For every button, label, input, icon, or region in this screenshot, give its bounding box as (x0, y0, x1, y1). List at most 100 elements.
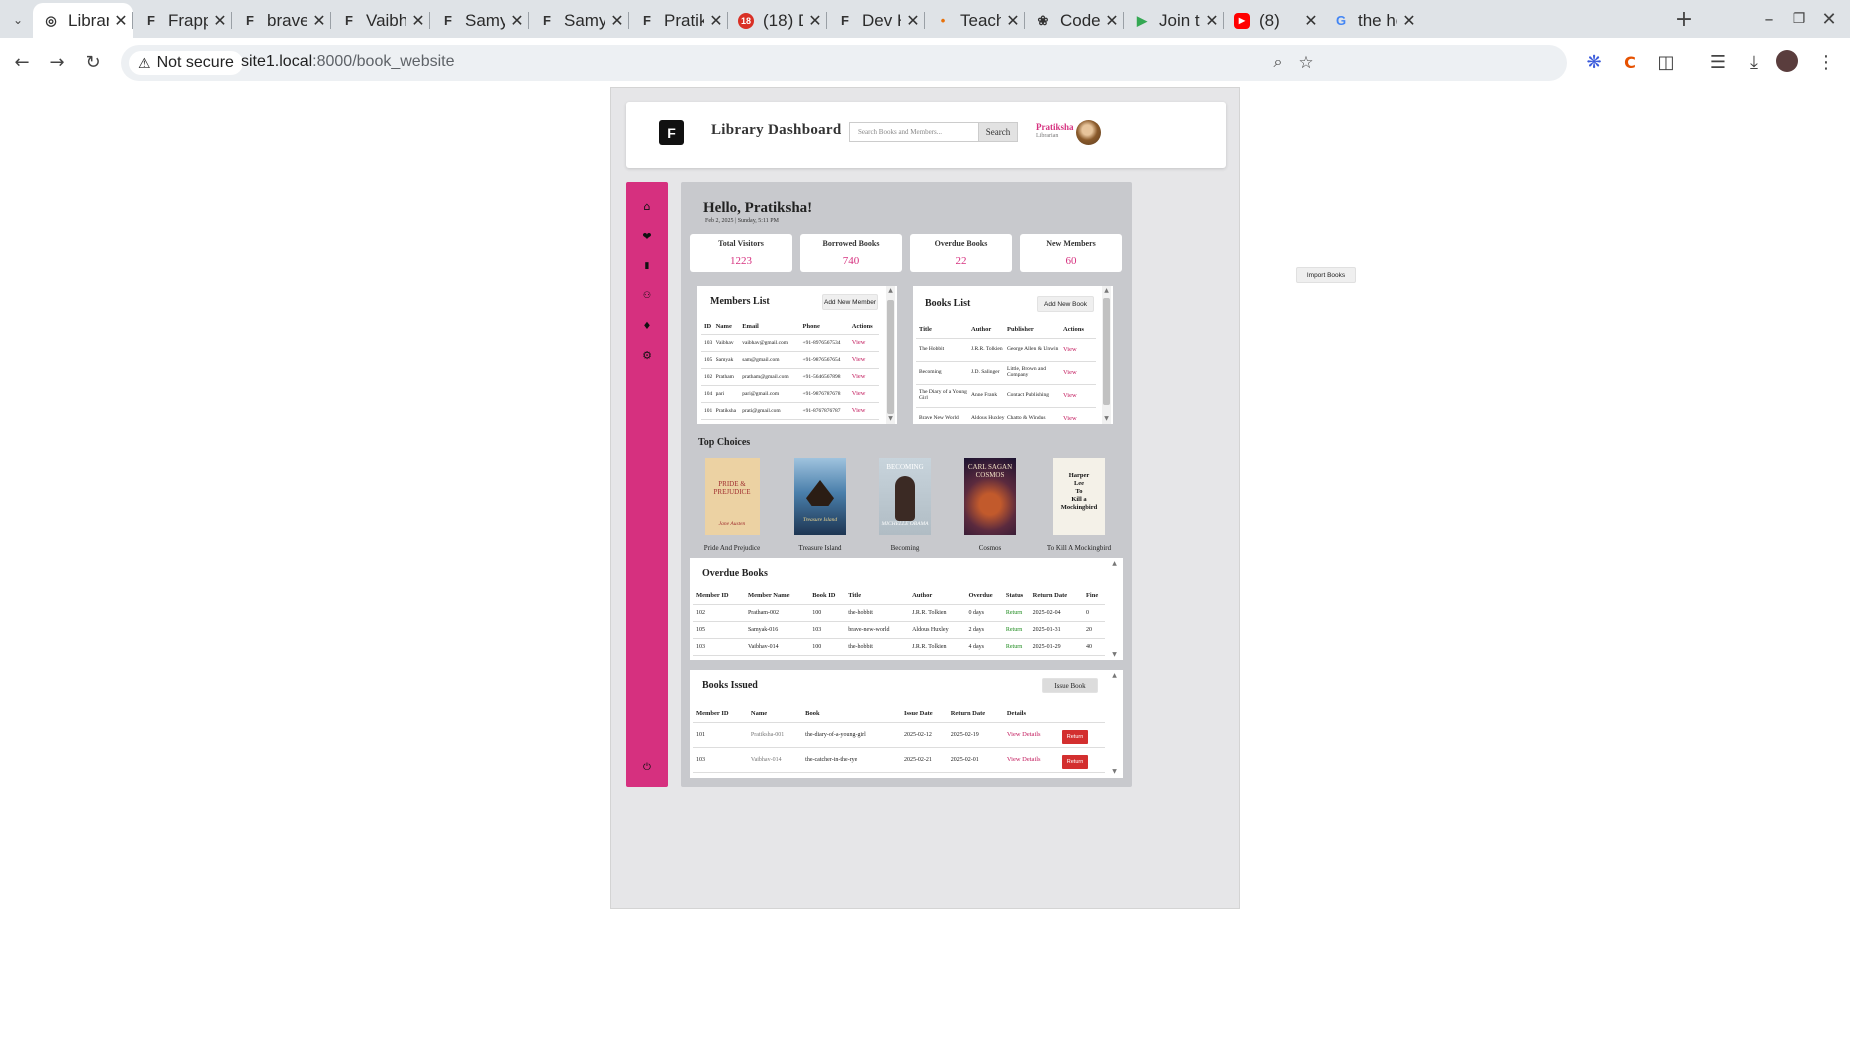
home-icon[interactable]: ⌂ (626, 197, 668, 215)
media-controls-icon[interactable]: ☰ (1704, 48, 1732, 76)
return-button[interactable]: Return (1061, 755, 1089, 769)
tab-close-icon[interactable]: ✕ (406, 11, 430, 31)
new-tab-icon[interactable]: + (1672, 6, 1696, 32)
tab-close-icon[interactable]: ✕ (1001, 11, 1025, 31)
cell-action[interactable]: View (1063, 338, 1096, 362)
members-icon[interactable]: ⚇ (626, 287, 668, 305)
books-scrollbar[interactable]: ▲ ▼ (1102, 286, 1111, 424)
browser-tab[interactable]: ▶ (8) ✕ (1224, 3, 1323, 38)
book-cover[interactable]: Treasure Island (794, 458, 846, 535)
tab-close-icon[interactable]: ✕ (1299, 11, 1323, 31)
top-book-card[interactable]: BECOMING MICHELLE OBAMA Becoming (877, 458, 933, 552)
extensions-icon[interactable]: ◫ (1652, 48, 1680, 76)
search-input[interactable]: Search Books and Members... (849, 122, 989, 142)
tab-close-icon[interactable]: ✕ (901, 11, 925, 31)
issue-book-button[interactable]: Issue Book (1042, 678, 1098, 693)
url-text[interactable]: site1.local:8000/book_website (241, 53, 454, 71)
top-book-card[interactable]: PRIDE & PREJUDICE Jane Austen Pride And Pre… (698, 458, 766, 552)
cell-action[interactable]: View (851, 368, 879, 386)
cell-status[interactable]: Return (1005, 638, 1033, 656)
close-window-icon[interactable]: ✕ (1816, 6, 1842, 32)
search-button[interactable]: Search (978, 122, 1018, 142)
top-book-card[interactable]: Treasure Island Treasure Island (789, 458, 851, 552)
tab-close-icon[interactable]: ✕ (1397, 11, 1421, 31)
back-icon[interactable]: ← (8, 48, 36, 76)
tab-close-icon[interactable]: ✕ (208, 11, 232, 31)
minimize-icon[interactable]: – (1756, 6, 1782, 32)
book-cover[interactable]: CARL SAGAN COSMOS (964, 458, 1016, 535)
members-scrollbar[interactable]: ▲ ▼ (886, 286, 895, 424)
scroll-up-icon[interactable]: ▲ (886, 287, 895, 294)
book-cover[interactable]: Harper Lee To Kill a Mockingbird (1053, 458, 1105, 535)
scroll-up-icon[interactable]: ▲ (1102, 287, 1111, 294)
cell-action[interactable]: View (1063, 407, 1096, 424)
browser-tab[interactable]: F Pratiks✕ (629, 3, 728, 38)
browser-tab[interactable]: ▶ Join th✕ (1124, 3, 1224, 38)
cell-status[interactable]: Return (1005, 604, 1033, 622)
cell-action[interactable]: View (851, 351, 879, 369)
browser-tab[interactable]: F Frappe✕ (133, 3, 232, 38)
book-cover[interactable]: BECOMING MICHELLE OBAMA (879, 458, 931, 535)
cell-status[interactable]: Return (1005, 621, 1033, 639)
tab-close-icon[interactable]: ✕ (704, 11, 728, 31)
top-book-card[interactable]: Harper Lee To Kill a Mockingbird To Kill A Mo… (1040, 458, 1118, 552)
bookmark-star-icon[interactable]: ☆ (1294, 51, 1318, 75)
scroll-thumb[interactable] (1103, 298, 1110, 405)
forward-icon[interactable]: → (43, 48, 71, 76)
scroll-down-icon[interactable]: ▼ (886, 415, 895, 422)
tab-close-icon[interactable]: ✕ (109, 11, 133, 31)
return-button[interactable]: Return (1061, 730, 1089, 744)
tab-search-icon[interactable]: ⌄ (6, 8, 30, 32)
cell-details[interactable]: View Details (1006, 747, 1062, 773)
download-icon[interactable]: ⤓ (1740, 48, 1768, 76)
cell-details[interactable]: View Details (1006, 722, 1062, 748)
cell-action[interactable]: View (1063, 361, 1096, 385)
tab-close-icon[interactable]: ✕ (1200, 11, 1224, 31)
scroll-down-icon[interactable]: ▼ (1102, 415, 1111, 422)
scroll-up-icon[interactable]: ▲ (1110, 560, 1119, 567)
address-bar[interactable]: ⚠ Not secure site1.local:8000/book_websi… (121, 45, 1567, 81)
restore-icon[interactable]: ❐ (1786, 6, 1812, 32)
book-icon[interactable]: ▮ (626, 257, 668, 275)
add-book-button[interactable]: Add New Book (1037, 296, 1094, 312)
scroll-thumb[interactable] (887, 300, 894, 414)
scroll-down-icon[interactable]: ▼ (1110, 768, 1119, 775)
browser-tab[interactable]: Fbrave-r✕ (232, 3, 331, 38)
book-cover[interactable]: PRIDE & PREJUDICE Jane Austen (704, 458, 760, 535)
cell-action[interactable]: View (851, 385, 879, 403)
browser-tab[interactable]: • Teach ✕ (925, 3, 1025, 38)
extension-ci-icon[interactable]: C (1616, 48, 1644, 76)
top-book-card[interactable]: CARL SAGAN COSMOS Cosmos (962, 458, 1018, 552)
browser-tab[interactable]: ❀ Code C✕ (1025, 3, 1124, 38)
import-books-button[interactable]: Import Books (1296, 267, 1356, 283)
tab-close-icon[interactable]: ✕ (803, 11, 827, 31)
add-member-button[interactable]: Add New Member (822, 294, 878, 310)
browser-tab[interactable]: F Samya✕ (430, 3, 529, 38)
profile-avatar[interactable] (1776, 50, 1798, 72)
menu-kebab-icon[interactable]: ⋮ (1812, 48, 1840, 76)
browser-tab[interactable]: ◎ Library✕ (33, 3, 133, 38)
bell-icon[interactable]: ♦ (626, 317, 668, 335)
cell-action[interactable]: View (851, 334, 879, 352)
scroll-down-icon[interactable]: ▼ (1110, 651, 1119, 658)
tab-close-icon[interactable]: ✕ (505, 11, 529, 31)
browser-tab[interactable]: F Dev Hi✕ (827, 3, 925, 38)
reload-icon[interactable]: ↻ (79, 48, 107, 76)
cell-action[interactable]: View (851, 402, 879, 420)
heart-icon[interactable]: ❤ (626, 227, 668, 245)
zoom-icon[interactable]: ⌕ (1266, 51, 1290, 75)
power-icon[interactable]: ⏻ (626, 758, 668, 776)
avatar[interactable] (1076, 120, 1101, 145)
settings-icon[interactable]: ⚙ (626, 346, 668, 364)
cell-action[interactable]: View (1063, 384, 1096, 408)
tab-close-icon[interactable]: ✕ (307, 11, 331, 31)
browser-tab[interactable]: Gthe ho✕ (1323, 3, 1421, 38)
scroll-up-icon[interactable]: ▲ (1110, 672, 1119, 679)
browser-tab[interactable]: F Vaibha✕ (331, 3, 430, 38)
browser-tab[interactable]: 18 (18) Di✕ (728, 3, 827, 38)
extension-puzzle-blue-icon[interactable]: ❋ (1580, 48, 1608, 76)
tab-close-icon[interactable]: ✕ (605, 11, 629, 31)
browser-tab[interactable]: F Samya✕ (529, 3, 629, 38)
security-chip[interactable]: ⚠ Not secure (129, 51, 243, 75)
tab-close-icon[interactable]: ✕ (1100, 11, 1124, 31)
